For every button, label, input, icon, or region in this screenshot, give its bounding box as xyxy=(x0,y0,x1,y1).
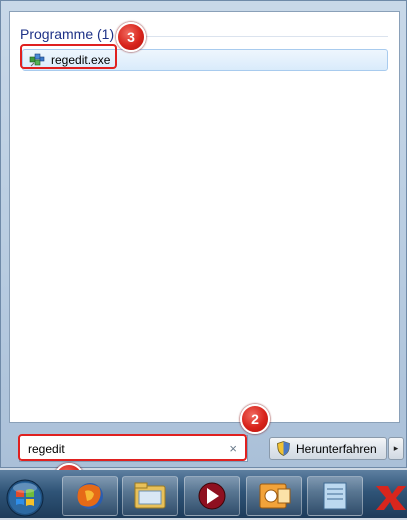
taskbar xyxy=(0,470,407,518)
xmind-icon[interactable] xyxy=(372,478,407,516)
highlight-result xyxy=(20,44,117,69)
annotation-badge-3: 3 xyxy=(116,22,146,52)
highlight-search xyxy=(18,434,247,461)
shutdown-button[interactable]: Herunterfahren xyxy=(269,437,387,460)
taskbar-outlook[interactable] xyxy=(246,476,302,516)
uac-shield-icon xyxy=(277,441,290,456)
chevron-right-icon: ▸ xyxy=(393,443,399,453)
taskbar-media-player[interactable] xyxy=(184,476,240,516)
firefox-icon xyxy=(77,483,103,509)
group-divider xyxy=(118,36,388,37)
outlook-icon xyxy=(259,483,291,509)
taskbar-explorer[interactable] xyxy=(122,476,178,516)
taskbar-notepad[interactable] xyxy=(307,476,363,516)
group-header-programs: Programme (1) xyxy=(20,26,115,42)
search-results-pane: Programme (1) regedit.exe xyxy=(9,11,400,423)
media-player-icon xyxy=(198,482,226,510)
notepad-icon xyxy=(323,482,347,510)
start-menu: Programme (1) regedit.exe regedit × Heru… xyxy=(0,0,407,468)
taskbar-firefox[interactable] xyxy=(62,476,118,516)
file-explorer-icon xyxy=(134,482,166,509)
shutdown-label: Herunterfahren xyxy=(296,442,377,456)
annotation-badge-2: 2 xyxy=(240,404,270,434)
start-button[interactable] xyxy=(5,478,45,518)
shutdown-options-button[interactable]: ▸ xyxy=(388,437,404,460)
